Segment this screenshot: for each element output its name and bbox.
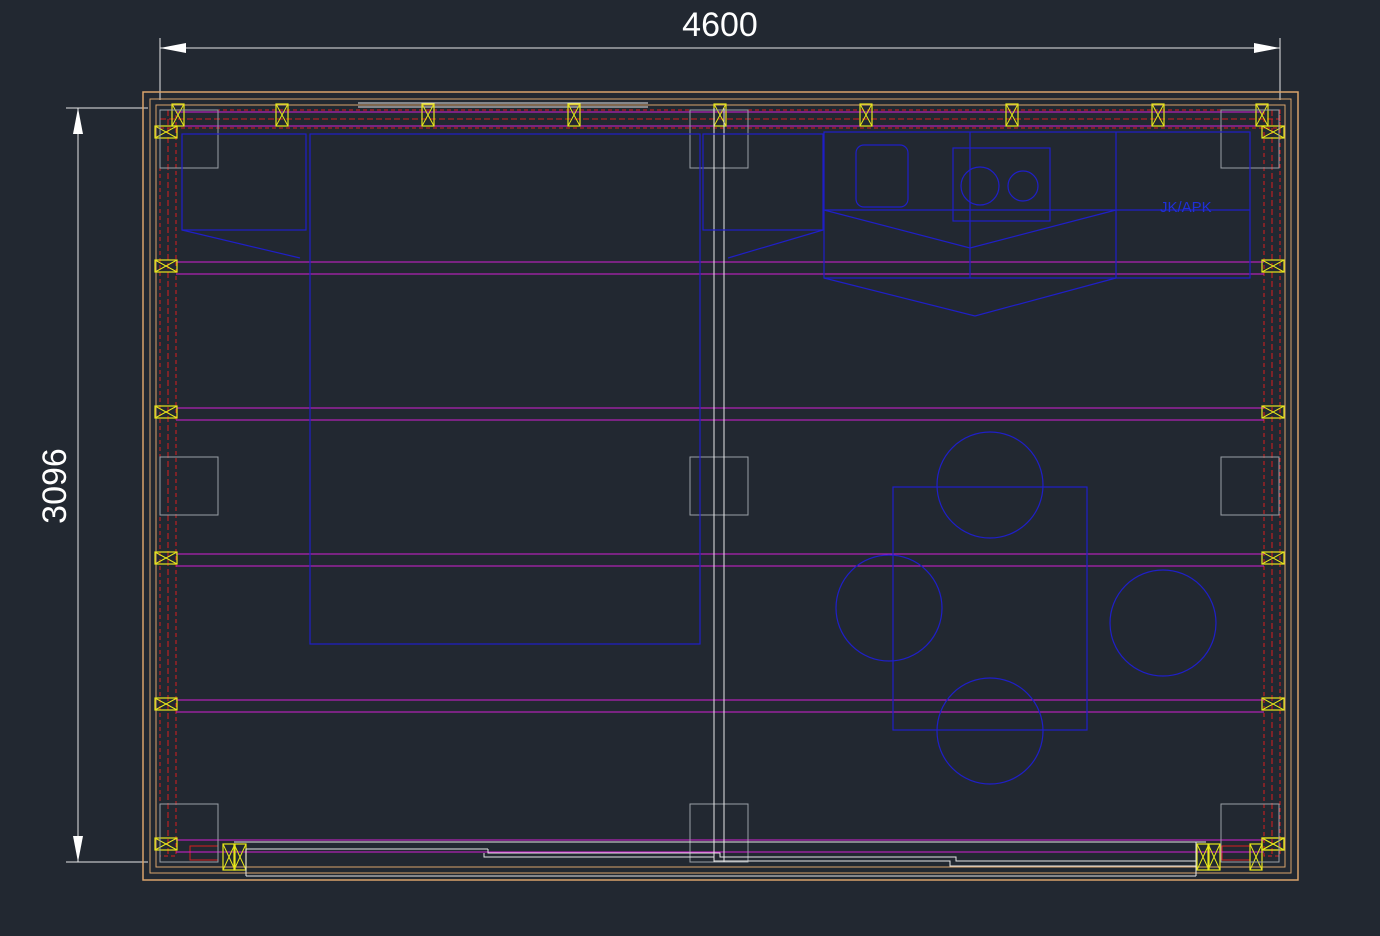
stud bbox=[1151, 103, 1165, 127]
center-partition bbox=[713, 108, 725, 862]
width-dimension-label: 4600 bbox=[682, 6, 758, 44]
dimension-height: 3096 bbox=[36, 107, 148, 863]
stud bbox=[859, 103, 873, 127]
stud bbox=[1196, 843, 1210, 871]
dining-table bbox=[835, 431, 1217, 785]
stud bbox=[171, 103, 185, 127]
footing-block bbox=[1220, 456, 1280, 516]
height-dimension-label: 3096 bbox=[36, 448, 74, 524]
dimension-width: 4600 bbox=[159, 6, 1281, 100]
furniture bbox=[181, 131, 1251, 785]
stud bbox=[275, 103, 289, 127]
wardrobe-right bbox=[702, 133, 824, 259]
stud bbox=[154, 405, 178, 419]
stud bbox=[154, 125, 178, 139]
stud bbox=[1261, 837, 1285, 851]
stud bbox=[154, 697, 178, 711]
stud bbox=[233, 843, 247, 871]
stud bbox=[1261, 697, 1285, 711]
floor-joists bbox=[176, 111, 1264, 853]
wall-studs bbox=[154, 103, 1285, 871]
wardrobe-left bbox=[181, 133, 307, 259]
stud bbox=[154, 551, 178, 565]
stud bbox=[1249, 843, 1263, 871]
room-label: JK/APK bbox=[1160, 199, 1212, 216]
stud bbox=[222, 843, 236, 871]
stud bbox=[1261, 551, 1285, 565]
stud bbox=[1207, 843, 1221, 871]
stud bbox=[1255, 103, 1269, 127]
foundation-blocks bbox=[159, 109, 1280, 863]
footing-block bbox=[159, 803, 219, 863]
stud bbox=[1005, 103, 1019, 127]
stud bbox=[1261, 405, 1285, 419]
bottom-openings bbox=[234, 841, 1206, 877]
footing-block bbox=[159, 456, 219, 516]
stud bbox=[154, 837, 178, 851]
bed bbox=[309, 133, 701, 645]
stud bbox=[154, 259, 178, 273]
stud bbox=[1261, 259, 1285, 273]
footing-block bbox=[689, 456, 749, 516]
floor-plan: 4600 3096 JK/APK bbox=[36, 6, 1299, 881]
kitchen-counter bbox=[823, 131, 1251, 317]
cad-drawing-canvas: 4600 3096 JK/APK bbox=[0, 0, 1380, 936]
